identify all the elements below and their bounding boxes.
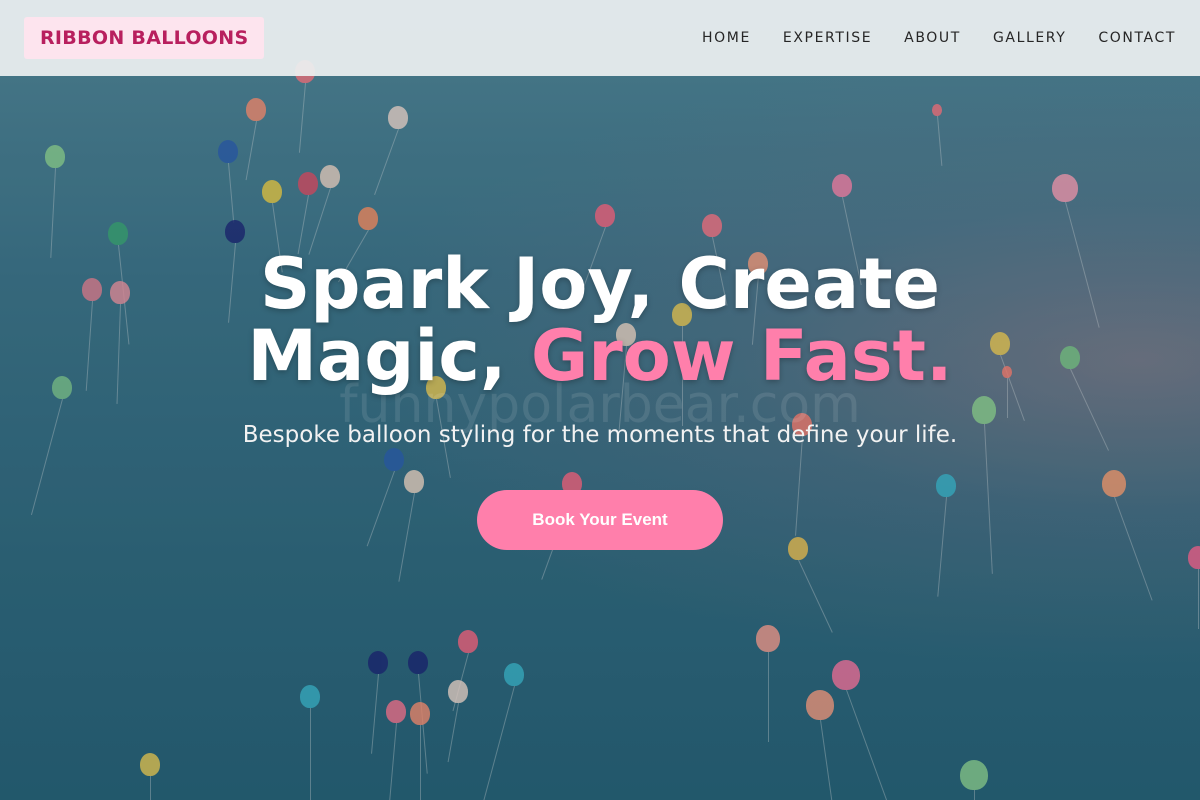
headline-line2: Magic, — [247, 315, 531, 397]
nav-menu: HOME EXPERTISE ABOUT GALLERY CONTACT — [702, 30, 1176, 46]
nav-item-about[interactable]: ABOUT — [904, 30, 961, 46]
nav-item-contact[interactable]: CONTACT — [1098, 30, 1176, 46]
hero-content: Spark Joy, Create Magic, Grow Fast. Besp… — [0, 248, 1200, 550]
nav-item-gallery[interactable]: GALLERY — [993, 30, 1066, 46]
headline-line1: Spark Joy, Create — [259, 243, 941, 325]
hero-subheadline: Bespoke balloon styling for the moments … — [242, 422, 958, 448]
nav-item-expertise[interactable]: EXPERTISE — [783, 30, 872, 46]
brand-logo[interactable]: RIBBON BALLOONS — [24, 17, 265, 59]
top-navbar: RIBBON BALLOONS HOME EXPERTISE ABOUT GAL… — [0, 0, 1200, 76]
headline-accent: Grow Fast. — [530, 315, 953, 397]
book-event-button[interactable]: Book Your Event — [477, 490, 723, 550]
hero-headline: Spark Joy, Create Magic, Grow Fast. — [0, 248, 1200, 392]
nav-item-home[interactable]: HOME — [702, 30, 751, 46]
